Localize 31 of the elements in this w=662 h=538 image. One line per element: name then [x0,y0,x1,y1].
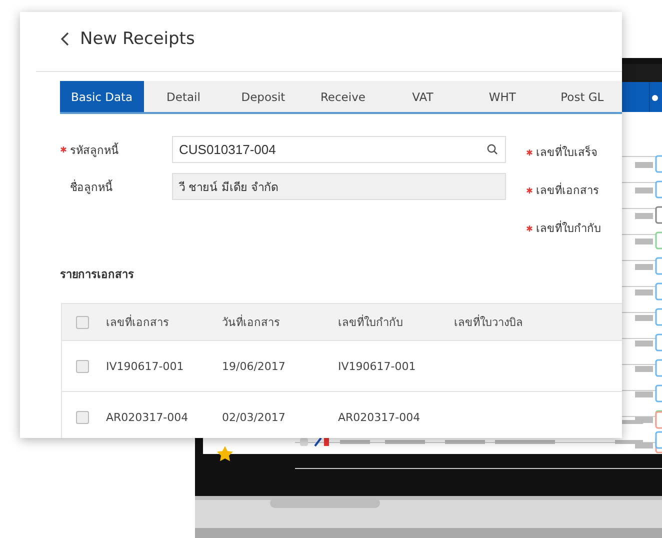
table-cell-text: AR020317-004 [338,410,422,424]
checkbox[interactable] [76,410,89,424]
field-label: เลขที่เอกสาร [536,182,599,199]
column-header: เลขที่เอกสาร [106,314,170,331]
back-chevron-icon[interactable] [60,31,70,47]
readonly-field: วี ชายน์ มีเดีย จำกัด [172,173,506,200]
table-cell-text: 19/06/2017 [222,360,286,372]
tab[interactable]: Detail [144,81,224,112]
tab[interactable]: WHT [462,81,542,112]
column-header: เลขที่ใบวางบิล [454,314,524,331]
checkbox[interactable] [76,316,89,328]
tab[interactable]: VAT [382,81,463,112]
page-title: New Receipts [80,29,195,49]
search-icon[interactable] [487,144,498,155]
tab[interactable]: Basic Data [60,81,144,112]
field-label: เลขที่ใบกำกับ [536,220,601,237]
tab[interactable]: Deposit [223,81,304,112]
section-title: รายการเอกสาร [60,267,135,283]
checkbox[interactable] [76,360,89,372]
table-cell-text: 02/03/2017 [222,410,286,424]
field-label: รหัสลูกหนี้ [70,142,119,158]
field-label: เลขที่ใบเสร็จ [536,144,597,161]
table-cell-text: IV190617-001 [338,360,417,372]
tab[interactable]: Post GL [542,81,622,112]
column-header: วันที่เอกสาร [222,314,281,331]
tab[interactable]: Receive [303,81,383,112]
table-cell-text: AR020317-004 [106,410,190,424]
field-label: ชื่อลูกหนี้ [70,178,113,196]
search-field[interactable]: CUS010317-004 [172,136,506,163]
table-cell-text: IV190617-001 [106,360,185,372]
column-header: เลขที่ใบกำกับ [338,314,404,331]
